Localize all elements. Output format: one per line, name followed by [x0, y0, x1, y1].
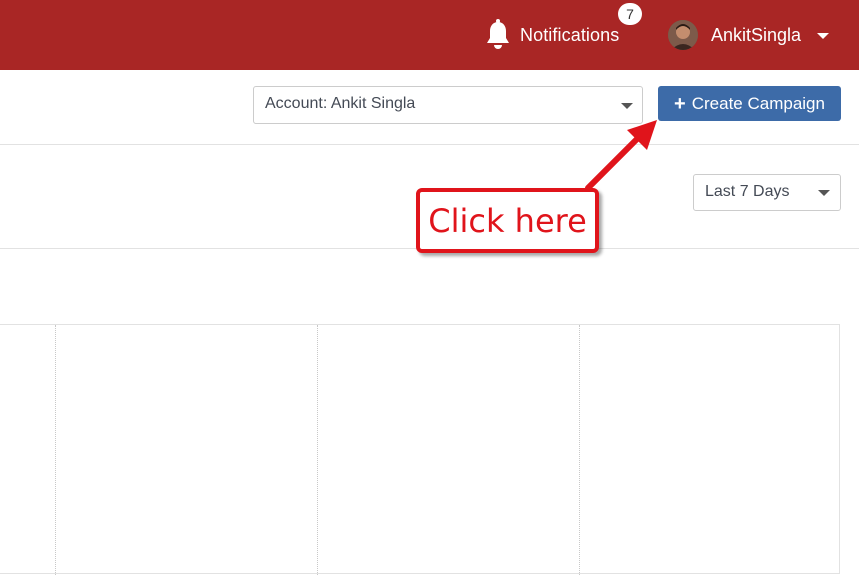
- chevron-down-icon: [621, 103, 633, 109]
- user-menu[interactable]: AnkitSingla: [668, 0, 830, 70]
- chevron-down-icon: [818, 190, 830, 196]
- user-name: AnkitSingla: [711, 24, 802, 45]
- grid-line: [579, 325, 580, 575]
- grid-line: [55, 325, 56, 575]
- annotation-callout: Click here: [416, 188, 599, 253]
- annotation-callout-text: Click here: [428, 201, 587, 240]
- plus-icon: +: [674, 92, 686, 115]
- chart-panel: [0, 324, 840, 575]
- date-range-select[interactable]: Last 7 Days: [693, 174, 841, 211]
- account-select[interactable]: Account: Ankit Singla: [253, 86, 643, 124]
- notifications-count-badge: 7: [618, 3, 642, 25]
- notifications-menu[interactable]: Notifications 7: [484, 0, 642, 70]
- create-campaign-button[interactable]: + Create Campaign: [658, 86, 841, 121]
- section-divider: [0, 144, 859, 145]
- avatar: [668, 20, 698, 50]
- notifications-label: Notifications: [520, 24, 620, 45]
- top-navbar: Notifications 7 AnkitSingla: [0, 0, 859, 70]
- bell-icon: [487, 19, 509, 49]
- account-select-value: Account: Ankit Singla: [265, 95, 416, 112]
- grid-line: [317, 325, 318, 575]
- date-range-value: Last 7 Days: [705, 183, 790, 200]
- chevron-down-icon: [817, 33, 830, 39]
- create-campaign-label: Create Campaign: [691, 93, 825, 113]
